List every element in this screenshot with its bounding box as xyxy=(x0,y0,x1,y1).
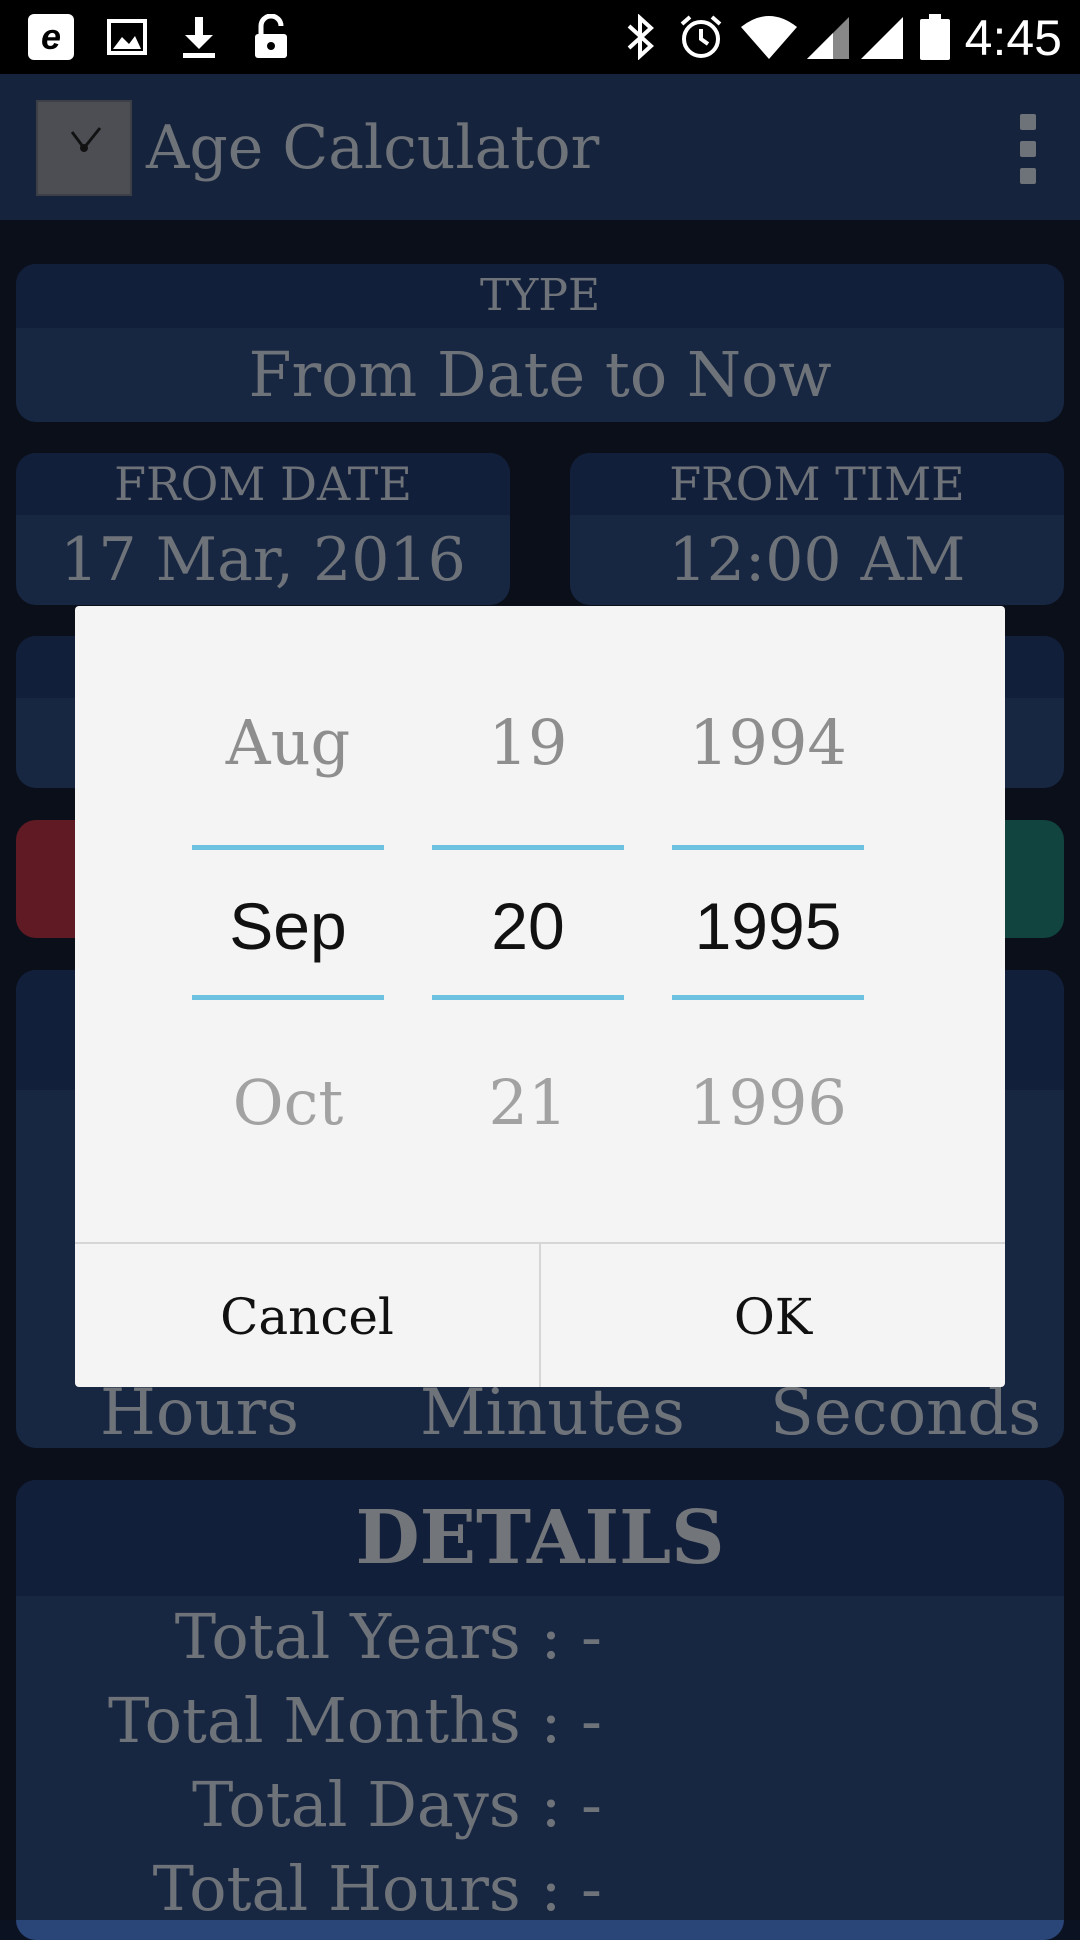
e-notification-icon: e xyxy=(24,14,78,60)
status-bar: e 4:45 xyxy=(0,0,1080,74)
signal-icon xyxy=(856,14,908,60)
month-next[interactable]: Oct xyxy=(192,1066,384,1139)
day-divider-bottom xyxy=(432,995,624,1000)
day-divider-top xyxy=(432,845,624,850)
ok-button[interactable]: OK xyxy=(541,1244,1005,1387)
month-prev[interactable]: Aug xyxy=(192,706,384,779)
month-divider-top xyxy=(192,845,384,850)
year-divider-top xyxy=(672,845,864,850)
month-divider-bottom xyxy=(192,995,384,1000)
year-current[interactable]: 1995 xyxy=(672,888,864,964)
unlock-icon xyxy=(248,14,294,60)
status-time: 4:45 xyxy=(964,10,1062,66)
day-next[interactable]: 21 xyxy=(432,1066,624,1139)
year-next[interactable]: 1996 xyxy=(672,1066,864,1139)
day-prev[interactable]: 19 xyxy=(432,706,624,779)
cancel-button[interactable]: Cancel xyxy=(75,1244,539,1387)
bluetooth-icon xyxy=(620,14,660,60)
alarm-icon xyxy=(676,14,726,60)
day-current[interactable]: 20 xyxy=(432,888,624,964)
wifi-icon xyxy=(738,14,800,60)
signal-icon xyxy=(802,14,854,60)
date-picker-dialog: Aug Sep Oct 19 20 21 1994 1995 1996 Canc… xyxy=(75,606,1005,1387)
dialog-button-row: Cancel OK xyxy=(75,1242,1005,1387)
download-icon xyxy=(176,14,222,60)
image-icon xyxy=(104,14,150,60)
battery-icon xyxy=(918,14,952,60)
year-prev[interactable]: 1994 xyxy=(672,706,864,779)
month-current[interactable]: Sep xyxy=(192,888,384,964)
year-divider-bottom xyxy=(672,995,864,1000)
